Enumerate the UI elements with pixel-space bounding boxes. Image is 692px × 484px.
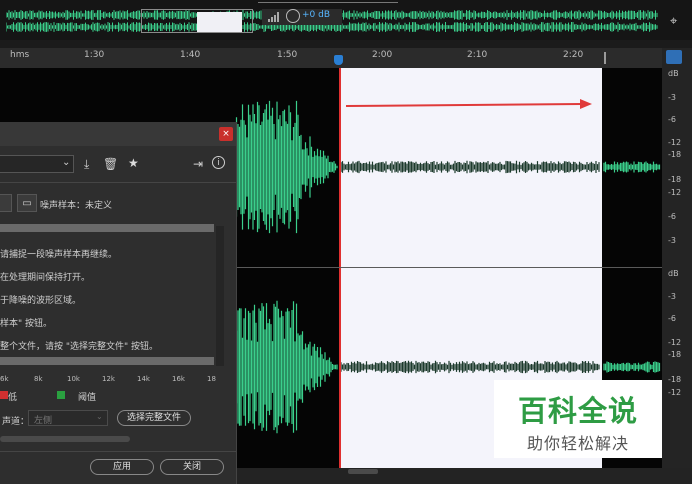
scroll-thumb[interactable] — [348, 469, 378, 474]
info-icon[interactable]: i — [212, 156, 225, 169]
chevron-down-icon[interactable]: ⌄ — [62, 157, 70, 168]
freq-label: 14k — [137, 375, 150, 383]
headphone-icon[interactable] — [666, 50, 682, 64]
selected-waveform — [340, 360, 600, 374]
select-full-file-button[interactable]: 选择完整文件 — [117, 410, 191, 426]
annotation-arrowhead — [580, 99, 592, 109]
waveform-tail — [603, 161, 661, 173]
volume-icon[interactable] — [267, 11, 281, 23]
db-label: -12 — [668, 188, 682, 197]
db-label: -3 — [668, 236, 676, 245]
db-label: -18 — [668, 350, 682, 359]
instruction-line: 于降噪的波形区域。 — [0, 296, 82, 306]
instruction-line: 样本" 按钮。 — [0, 319, 53, 329]
dialog-scrollbar[interactable] — [0, 436, 130, 442]
route-icon[interactable]: ⇥ — [193, 157, 203, 171]
bottom-scrollbar[interactable] — [236, 468, 692, 484]
instruction-line: 在处理期间保持打开。 — [0, 273, 91, 283]
selected-waveform — [340, 160, 600, 174]
db-label: -12 — [668, 338, 682, 347]
close-icon[interactable]: × — [219, 127, 233, 141]
threshold-legend-swatch — [57, 391, 65, 399]
graph-scrollbar[interactable] — [216, 226, 224, 366]
db-label: -12 — [668, 388, 682, 397]
ruler-tick: 1:30 — [84, 50, 105, 60]
folder-icon[interactable]: ▭ — [17, 194, 37, 212]
ruler-tick: 2:10 — [467, 50, 488, 60]
db-label: -3 — [668, 292, 676, 301]
freq-label: 10k — [67, 375, 80, 383]
graph-bottom-strip — [0, 357, 214, 365]
db-label: -6 — [668, 212, 676, 221]
ruler-tick: 1:50 — [277, 50, 298, 60]
favorite-icon[interactable]: ★ — [128, 156, 139, 170]
apply-button[interactable]: 应用 — [90, 459, 154, 475]
divider — [0, 182, 236, 183]
annotation-arrow — [345, 103, 583, 107]
freq-label: 18 — [207, 375, 216, 383]
freq-label: 6k — [0, 375, 9, 383]
db-label: -18 — [668, 175, 682, 184]
channel-value: 左侧 — [34, 416, 53, 426]
ruler-tick: 1:40 — [180, 50, 201, 60]
graph-top-strip — [0, 224, 214, 232]
close-button[interactable]: 关闭 — [160, 459, 224, 475]
ruler-tick: 2:00 — [372, 50, 393, 60]
watermark-title: 百科全说 — [517, 394, 638, 428]
noise-sample-label: 噪声样本：未定义 — [40, 201, 113, 211]
overview-selection[interactable] — [197, 12, 242, 32]
low-legend-label: 低 — [8, 393, 18, 403]
zoom-nav-icon[interactable]: ⌖ — [670, 14, 677, 29]
freq-label: 12k — [102, 375, 115, 383]
capture-sample-button[interactable] — [0, 194, 12, 212]
db-scale — [662, 48, 692, 468]
ruler-tick: 2:20 — [563, 50, 584, 60]
top-scroll-line — [258, 2, 398, 3]
divider — [0, 451, 236, 452]
db-label: dB — [668, 269, 679, 278]
save-preset-icon[interactable]: ⤓ — [84, 157, 89, 172]
db-label: -12 — [668, 138, 682, 147]
time-icon[interactable] — [286, 9, 300, 23]
waveform-tail — [603, 361, 661, 373]
watermark-subtitle: 助你轻松解决 — [526, 434, 629, 453]
instruction-line: 请捕捉一段噪声样本再继续。 — [0, 250, 118, 260]
instruction-line: 整个文件，请按 "选择完整文件" 按钮。 — [0, 342, 159, 352]
freq-label: 8k — [34, 375, 43, 383]
threshold-legend-label: 阈值 — [78, 393, 97, 403]
channel-divider — [236, 267, 662, 268]
playhead-line[interactable] — [339, 68, 341, 468]
db-label: -18 — [668, 150, 682, 159]
db-scale-header: dB — [668, 69, 679, 78]
dialog-title-bar[interactable] — [0, 122, 236, 146]
low-legend-swatch — [0, 391, 8, 399]
selection-end-marker[interactable] — [598, 52, 606, 64]
freq-label: 16k — [172, 375, 185, 383]
channel-label: 声道： — [2, 417, 30, 427]
db-label: -18 — [668, 375, 682, 384]
db-label: -6 — [668, 314, 676, 323]
playhead-handle[interactable] — [334, 55, 343, 65]
delete-preset-icon[interactable]: 🗑 — [103, 157, 118, 171]
volume-readout[interactable]: +0 dB — [302, 10, 330, 20]
db-label: -6 — [668, 115, 676, 124]
ruler-unit: hms — [10, 50, 30, 60]
db-label: -3 — [668, 93, 676, 102]
chevron-down-icon[interactable]: ⌄ — [96, 412, 103, 421]
